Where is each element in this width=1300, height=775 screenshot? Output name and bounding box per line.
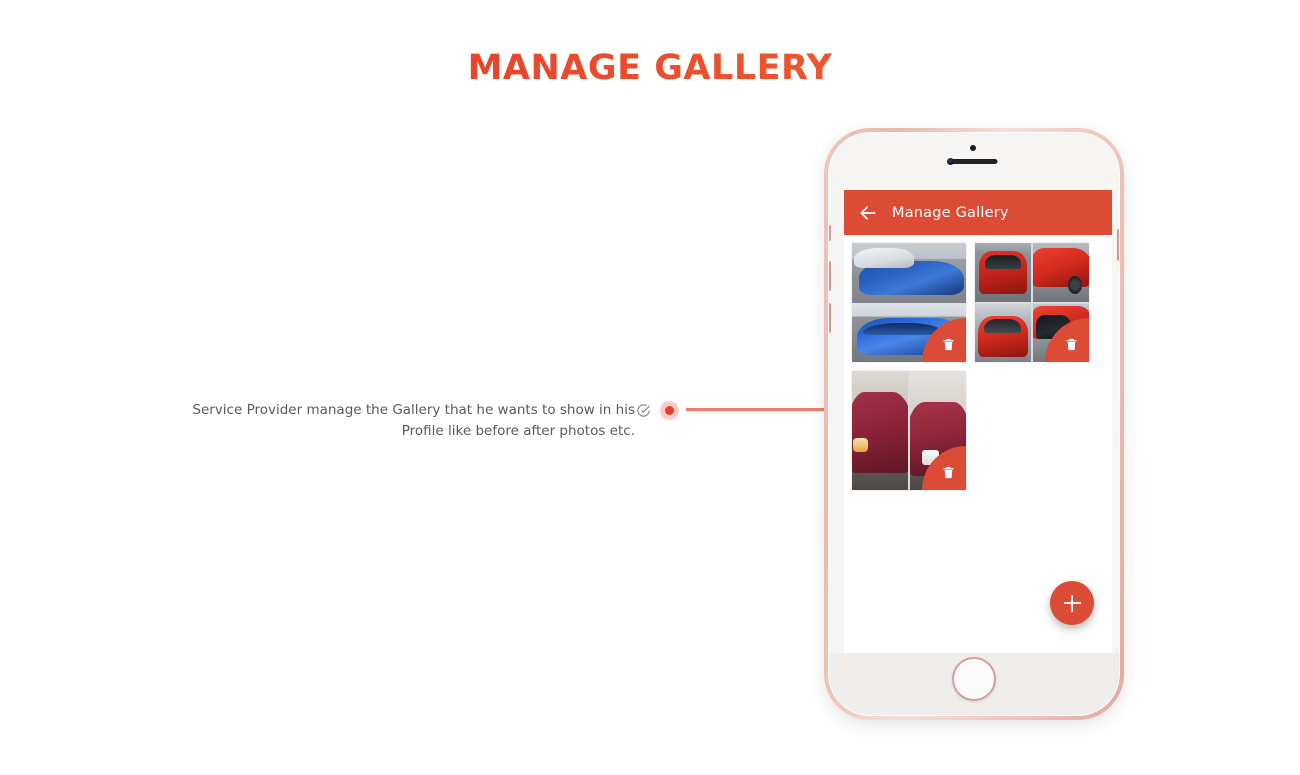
photo-before-rear bbox=[975, 243, 1031, 302]
connector-line bbox=[686, 408, 835, 411]
trash-icon bbox=[1066, 338, 1077, 351]
page-title: MANAGE GALLERY bbox=[0, 48, 1300, 88]
power-button[interactable] bbox=[1117, 229, 1119, 261]
back-arrow-icon[interactable] bbox=[858, 203, 878, 223]
gallery-item-red-ford[interactable] bbox=[975, 243, 1089, 362]
phone-body: Manage Gallery bbox=[828, 132, 1120, 716]
gallery-item-blue-subaru[interactable] bbox=[852, 243, 966, 362]
gallery-grid bbox=[844, 235, 1112, 490]
app-bar: Manage Gallery bbox=[844, 190, 1112, 235]
phone-bottom-bezel bbox=[829, 653, 1119, 715]
volume-down-button[interactable] bbox=[829, 303, 831, 333]
photo-before bbox=[852, 371, 908, 490]
annotation-text: Service Provider manage the Gallery that… bbox=[192, 402, 635, 439]
plus-icon bbox=[1063, 594, 1081, 612]
volume-up-button[interactable] bbox=[829, 261, 831, 291]
add-photo-fab[interactable] bbox=[1050, 581, 1094, 625]
gallery-item-maroon-honda[interactable] bbox=[852, 371, 966, 490]
mute-switch-button[interactable] bbox=[829, 225, 831, 241]
trash-icon bbox=[943, 338, 954, 351]
red-dot-marker bbox=[660, 401, 679, 420]
phone-mockup: Manage Gallery bbox=[824, 128, 1124, 720]
proximity-sensor-icon bbox=[970, 145, 976, 151]
check-circle-icon bbox=[636, 403, 651, 418]
app-bar-title: Manage Gallery bbox=[892, 204, 1009, 221]
screenshot-canvas: MANAGE GALLERY Service Provider manage t… bbox=[0, 0, 1300, 775]
earpiece-speaker-icon bbox=[950, 159, 998, 164]
photo-before-side bbox=[1033, 243, 1089, 302]
trash-icon bbox=[943, 466, 954, 479]
home-button[interactable] bbox=[952, 657, 996, 701]
phone-top-bezel bbox=[829, 133, 1119, 190]
photo-before bbox=[852, 243, 966, 303]
front-camera-icon bbox=[947, 158, 954, 165]
photo-after-rear bbox=[975, 303, 1031, 362]
app-screen: Manage Gallery bbox=[844, 190, 1112, 663]
